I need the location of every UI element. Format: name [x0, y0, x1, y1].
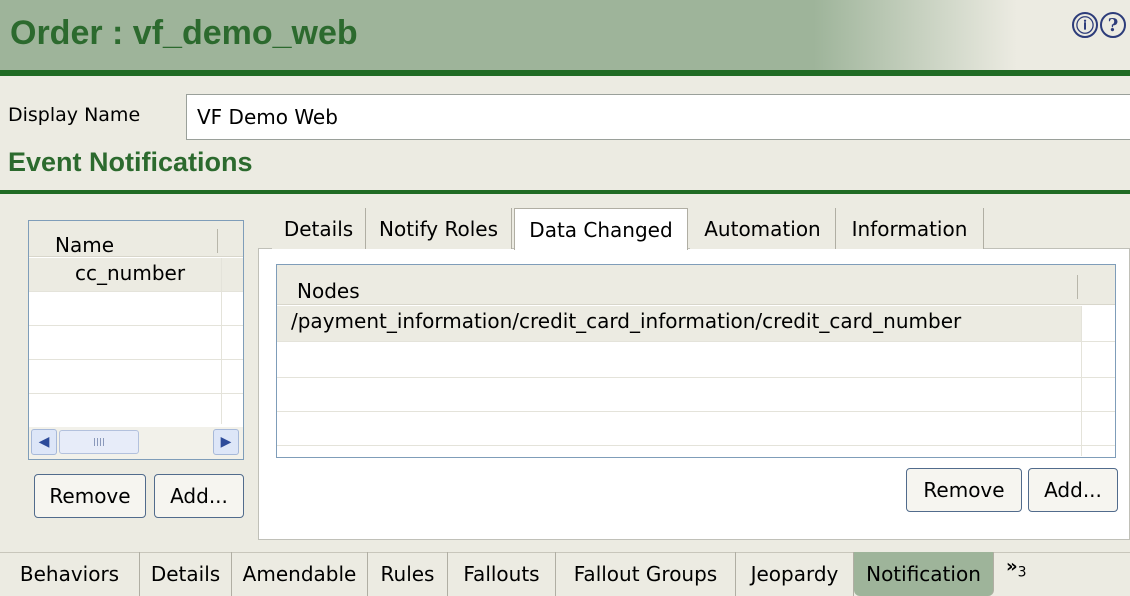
- column-divider: [1081, 306, 1082, 456]
- name-column-label: Name: [55, 233, 115, 257]
- tab-details-bottom[interactable]: Details: [140, 552, 232, 596]
- name-column-header[interactable]: Name: [29, 221, 243, 257]
- scroll-left-icon[interactable]: ◀: [31, 429, 57, 455]
- tab-fallout-groups[interactable]: Fallout Groups: [556, 552, 736, 596]
- row-divider: [277, 411, 1115, 412]
- page-title: Order : vf_demo_web: [10, 14, 358, 52]
- row-divider: [29, 325, 243, 326]
- display-name-label: Display Name: [8, 104, 141, 126]
- scroll-thumb[interactable]: [59, 430, 139, 454]
- tab-data-changed[interactable]: Data Changed: [514, 208, 688, 250]
- node-path: /payment_information/credit_card_informa…: [291, 309, 962, 333]
- row-divider: [277, 341, 1115, 342]
- tab-rules[interactable]: Rules: [368, 552, 448, 596]
- tab-information[interactable]: Information: [836, 208, 984, 249]
- chevron-double-icon: »: [1006, 556, 1018, 577]
- column-divider: [221, 258, 222, 424]
- tab-behaviors[interactable]: Behaviors: [0, 552, 140, 596]
- row-divider: [277, 377, 1115, 378]
- tab-notification[interactable]: Notification: [854, 552, 994, 596]
- column-separator[interactable]: [217, 229, 218, 253]
- title-divider: [0, 70, 1130, 76]
- add-node-button[interactable]: Add...: [1028, 468, 1118, 512]
- row-divider: [29, 359, 243, 360]
- notification-name-list[interactable]: Name cc_number ◀ ▶: [28, 220, 244, 460]
- nodes-column-label: Nodes: [297, 279, 360, 303]
- column-separator[interactable]: [1077, 275, 1078, 299]
- row-divider: [29, 291, 243, 292]
- remove-node-button[interactable]: Remove: [906, 468, 1022, 512]
- tab-automation[interactable]: Automation: [690, 208, 836, 249]
- remove-name-button[interactable]: Remove: [34, 474, 146, 518]
- nodes-column-header[interactable]: Nodes: [277, 265, 1115, 305]
- display-name-input[interactable]: [186, 94, 1130, 140]
- info-icon[interactable]: ⓘ: [1072, 12, 1098, 38]
- row-divider: [277, 445, 1115, 446]
- row-divider: [29, 393, 243, 394]
- tab-jeopardy[interactable]: Jeopardy: [736, 552, 854, 596]
- horizontal-scrollbar[interactable]: ◀ ▶: [29, 427, 243, 459]
- overflow-count: 3: [1017, 564, 1027, 581]
- scroll-right-icon[interactable]: ▶: [213, 429, 239, 455]
- add-name-button[interactable]: Add...: [154, 474, 244, 518]
- help-icon[interactable]: ?: [1100, 12, 1126, 38]
- section-title: Event Notifications: [8, 147, 253, 177]
- nodes-table[interactable]: Nodes /payment_information/credit_card_i…: [276, 264, 1116, 458]
- tab-overflow-button[interactable]: »3: [1006, 556, 1027, 581]
- tab-fallouts[interactable]: Fallouts: [448, 552, 556, 596]
- tab-amendable[interactable]: Amendable: [232, 552, 368, 596]
- tab-notify-roles[interactable]: Notify Roles: [366, 208, 512, 249]
- list-item-label: cc_number: [75, 261, 186, 285]
- tab-details[interactable]: Details: [272, 208, 366, 249]
